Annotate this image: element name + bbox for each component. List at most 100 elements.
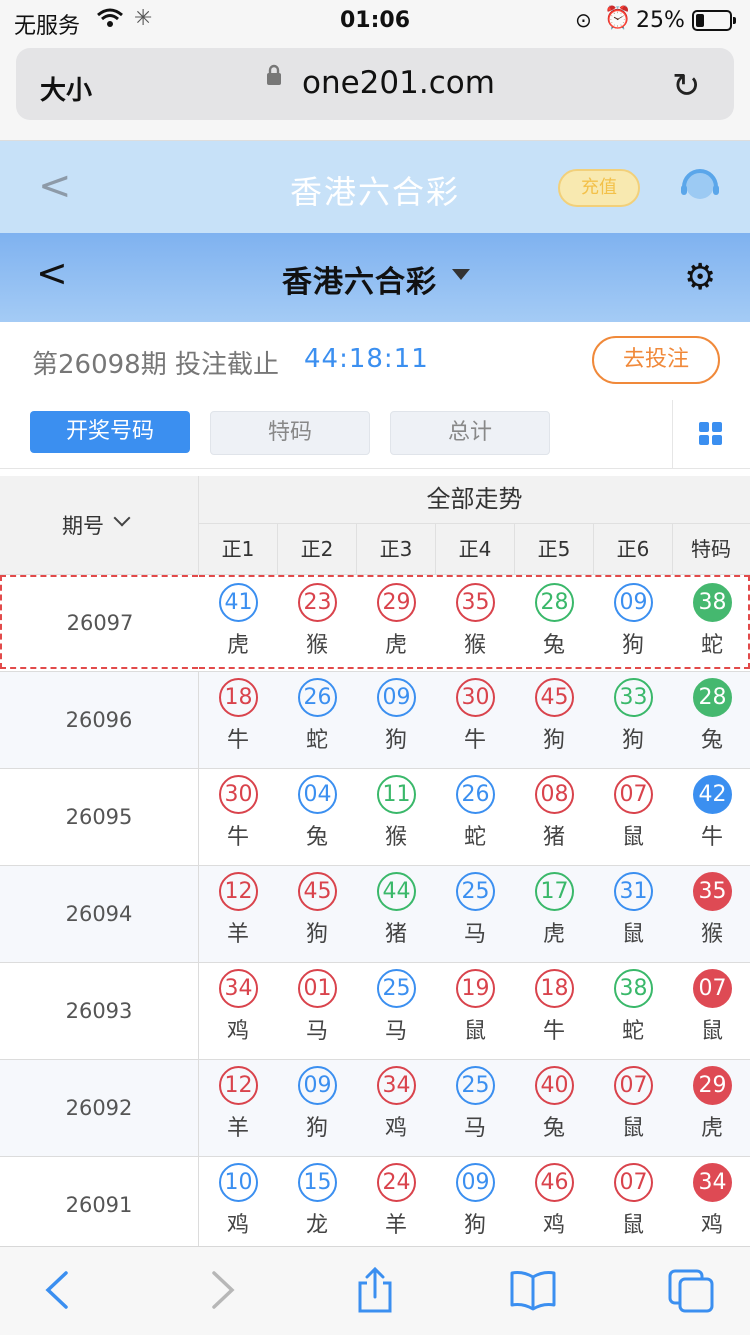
reload-icon[interactable]: ↻ [672,66,701,106]
share-icon[interactable] [350,1265,400,1315]
number-ball: 25 [456,872,495,911]
number-ball: 07 [614,775,653,814]
issue-number: 26095 [0,769,199,865]
back-icon[interactable]: < [36,251,68,295]
grid-view-icon[interactable] [699,422,723,446]
gear-icon[interactable]: ⚙ [684,257,716,298]
number-ball: 42 [693,775,732,814]
number-ball: 12 [219,1066,258,1105]
table-row[interactable]: 26094 12 羊 45 狗 44 猪 25 马 17 虎 31 鼠 35 猴 [0,866,750,963]
number-ball: 29 [693,1066,732,1105]
recharge-button[interactable]: 充值 [558,169,640,207]
address-bar[interactable]: 大小 one201.com ↻ [16,48,734,120]
zodiac-label: 狗 [305,922,328,947]
zodiac-label: 马 [305,1019,328,1044]
zodiac-label: 虎 [700,1116,723,1141]
lock-icon [266,64,282,85]
number-cell: 30 牛 [199,769,277,863]
column-header: 正6 [594,524,673,574]
zodiac-label: 牛 [542,1019,565,1044]
tab-special[interactable]: 特码 [210,411,370,455]
number-cell: 07 鼠 [594,1060,672,1154]
number-ball: 11 [377,775,416,814]
number-ball: 44 [377,872,416,911]
zodiac-label: 狗 [542,728,565,753]
browser-toolbar [0,1246,750,1335]
zodiac-label: 兔 [700,728,723,753]
zodiac-label: 虎 [542,922,565,947]
draw-balls: 41 虎 23 猴 29 虎 35 猴 28 兔 09 狗 38 蛇 [199,575,750,669]
back-icon[interactable] [34,1265,84,1315]
number-cell: 40 兔 [515,1060,593,1154]
table-row[interactable]: 26093 34 鸡 01 马 25 马 19 鼠 18 牛 38 蛇 07 鼠 [0,963,750,1060]
number-cell: 12 羊 [199,1060,277,1154]
zodiac-label: 鼠 [700,1019,723,1044]
number-ball: 38 [614,969,653,1008]
number-cell: 31 鼠 [594,866,672,960]
number-cell: 26 蛇 [278,672,356,766]
forward-icon[interactable] [196,1265,246,1315]
bookmarks-icon[interactable] [508,1265,558,1315]
customer-service-icon[interactable] [676,161,724,209]
chevron-down-icon [113,509,131,527]
url-text[interactable]: one201.com [302,65,495,101]
number-ball: 33 [614,678,653,717]
tab-total[interactable]: 总计 [390,411,550,455]
caret-down-icon[interactable] [452,269,470,280]
number-cell: 17 虎 [515,866,593,960]
zodiac-label: 狗 [463,1213,486,1238]
game-title[interactable]: 香港六合彩 [282,257,437,301]
zodiac-label: 羊 [384,1213,407,1238]
number-ball: 07 [614,1163,653,1202]
zodiac-label: 龙 [305,1213,328,1238]
number-ball: 29 [377,583,416,622]
number-cell: 01 马 [278,963,356,1057]
zodiac-label: 狗 [305,1116,328,1141]
number-cell: 09 狗 [594,577,672,671]
zodiac-label: 马 [463,922,486,947]
issue-number: 26091 [0,1157,199,1253]
tab-bar: 开奖号码 特码 总计 [0,400,750,469]
number-ball: 31 [614,872,653,911]
number-ball: 17 [535,872,574,911]
place-bet-button[interactable]: 去投注 [592,336,720,384]
number-ball: 26 [456,775,495,814]
column-header: 正2 [278,524,357,574]
issue-number: 26097 [0,575,198,669]
table-row[interactable]: 26095 30 牛 04 兔 11 猴 26 蛇 08 猪 07 鼠 42 牛 [0,769,750,866]
number-ball: 18 [219,678,258,717]
number-ball: 07 [614,1066,653,1105]
zodiac-label: 猴 [305,633,328,658]
table-row[interactable]: 26091 10 鸡 15 龙 24 羊 09 狗 46 鸡 07 鼠 34 鸡 [0,1157,750,1254]
number-cell: 09 狗 [357,672,435,766]
special-number-cell: 42 牛 [673,769,750,863]
column-headers: 正1 正2 正3 正4 正5 正6 特码 [199,524,750,575]
number-ball: 45 [535,678,574,717]
number-ball: 38 [693,583,732,622]
table-row[interactable]: 26097 41 虎 23 猴 29 虎 35 猴 28 兔 09 狗 38 蛇 [0,575,750,672]
issue-number: 26094 [0,866,199,962]
number-ball: 09 [298,1066,337,1105]
number-ball: 09 [456,1163,495,1202]
table-row[interactable]: 26096 18 牛 26 蛇 09 狗 30 牛 45 狗 33 狗 28 兔 [0,672,750,769]
table-row[interactable]: 26092 12 羊 09 狗 34 鸡 25 马 40 兔 07 鼠 29 虎 [0,1060,750,1157]
number-ball: 10 [219,1163,258,1202]
text-size-button[interactable]: 大小 [40,70,92,107]
tabs-icon[interactable] [666,1265,716,1315]
issue-header[interactable]: 期号 [0,476,199,575]
number-cell: 12 羊 [199,866,277,960]
zodiac-label: 鸡 [542,1213,565,1238]
number-cell: 25 马 [436,866,514,960]
number-cell: 08 猪 [515,769,593,863]
zodiac-label: 狗 [621,633,644,658]
number-ball: 28 [535,583,574,622]
draw-balls: 34 鸡 01 马 25 马 19 鼠 18 牛 38 蛇 07 鼠 [199,963,750,1057]
special-number-cell: 07 鼠 [673,963,750,1057]
number-cell: 33 狗 [594,672,672,766]
number-cell: 25 马 [436,1060,514,1154]
zodiac-label: 狗 [621,728,644,753]
zodiac-label: 鼠 [621,1213,644,1238]
zodiac-label: 牛 [226,825,249,850]
number-cell: 07 鼠 [594,1157,672,1251]
tab-draw-numbers[interactable]: 开奖号码 [30,411,190,453]
